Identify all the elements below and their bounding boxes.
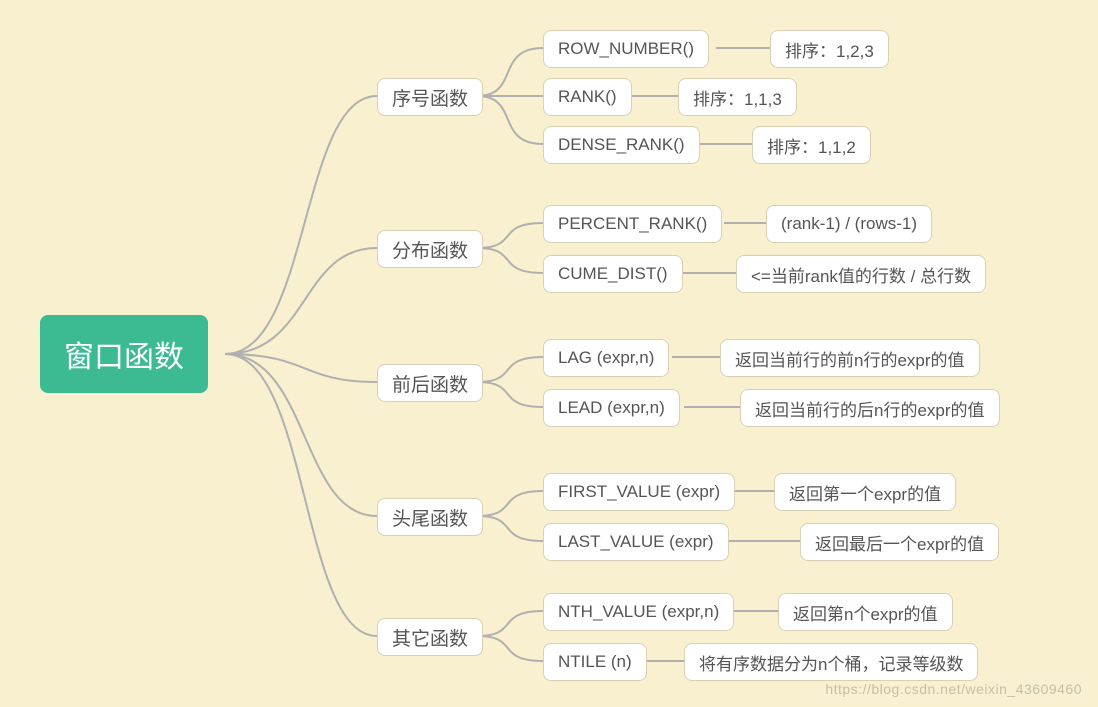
function-node: FIRST_VALUE (expr) bbox=[543, 473, 735, 511]
function-label: PERCENT_RANK() bbox=[558, 214, 707, 234]
description-label: 返回当前行的前n行的expr的值 bbox=[735, 346, 965, 371]
category-label: 其它函数 bbox=[392, 624, 468, 651]
function-node: ROW_NUMBER() bbox=[543, 30, 709, 68]
category-node: 其它函数 bbox=[377, 618, 483, 656]
root-node: 窗口函数 bbox=[40, 315, 208, 393]
description-label: 排序：1,2,3 bbox=[785, 37, 874, 62]
description-node: 返回当前行的前n行的expr的值 bbox=[720, 339, 980, 377]
description-node: 返回第一个expr的值 bbox=[774, 473, 956, 511]
category-label: 前后函数 bbox=[392, 370, 468, 397]
function-label: ROW_NUMBER() bbox=[558, 39, 694, 59]
function-label: NTH_VALUE (expr,n) bbox=[558, 602, 719, 622]
description-node: <=当前rank值的行数 / 总行数 bbox=[736, 255, 986, 293]
function-label: DENSE_RANK() bbox=[558, 135, 685, 155]
mindmap-canvas: 窗口函数 序号函数 分布函数 前后函数 头尾函数 其它函数 ROW_NUMBER… bbox=[0, 0, 1098, 707]
description-node: 返回最后一个expr的值 bbox=[800, 523, 999, 561]
function-node: LEAD (expr,n) bbox=[543, 389, 680, 427]
function-node: DENSE_RANK() bbox=[543, 126, 700, 164]
description-node: 排序：1,2,3 bbox=[770, 30, 889, 68]
description-label: <=当前rank值的行数 / 总行数 bbox=[751, 262, 971, 287]
category-label: 头尾函数 bbox=[392, 504, 468, 531]
description-label: 返回最后一个expr的值 bbox=[815, 530, 984, 555]
function-label: RANK() bbox=[558, 87, 617, 107]
function-label: LAG (expr,n) bbox=[558, 348, 654, 368]
description-node: 返回当前行的后n行的expr的值 bbox=[740, 389, 1000, 427]
description-label: (rank-1) / (rows-1) bbox=[781, 214, 917, 234]
function-label: LAST_VALUE (expr) bbox=[558, 532, 714, 552]
watermark-text: https://blog.csdn.net/weixin_43609460 bbox=[825, 681, 1082, 697]
description-label: 排序：1,1,3 bbox=[693, 85, 782, 110]
description-node: 排序：1,1,3 bbox=[678, 78, 797, 116]
description-node: 排序：1,1,2 bbox=[752, 126, 871, 164]
description-label: 返回当前行的后n行的expr的值 bbox=[755, 396, 985, 421]
category-label: 分布函数 bbox=[392, 236, 468, 263]
category-node: 前后函数 bbox=[377, 364, 483, 402]
description-label: 将有序数据分为n个桶，记录等级数 bbox=[699, 650, 963, 675]
category-node: 头尾函数 bbox=[377, 498, 483, 536]
category-node: 序号函数 bbox=[377, 78, 483, 116]
description-node: (rank-1) / (rows-1) bbox=[766, 205, 932, 243]
root-label: 窗口函数 bbox=[64, 332, 184, 376]
function-node: LAST_VALUE (expr) bbox=[543, 523, 729, 561]
category-node: 分布函数 bbox=[377, 230, 483, 268]
function-node: RANK() bbox=[543, 78, 632, 116]
description-label: 排序：1,1,2 bbox=[767, 133, 856, 158]
description-node: 返回第n个expr的值 bbox=[778, 593, 953, 631]
function-label: FIRST_VALUE (expr) bbox=[558, 482, 720, 502]
description-label: 返回第n个expr的值 bbox=[793, 600, 938, 625]
function-node: LAG (expr,n) bbox=[543, 339, 669, 377]
function-node: PERCENT_RANK() bbox=[543, 205, 722, 243]
function-label: NTILE (n) bbox=[558, 652, 632, 672]
function-label: CUME_DIST() bbox=[558, 264, 668, 284]
function-label: LEAD (expr,n) bbox=[558, 398, 665, 418]
function-node: NTH_VALUE (expr,n) bbox=[543, 593, 734, 631]
category-label: 序号函数 bbox=[392, 84, 468, 111]
function-node: NTILE (n) bbox=[543, 643, 647, 681]
watermark-label: https://blog.csdn.net/weixin_43609460 bbox=[825, 681, 1082, 697]
description-label: 返回第一个expr的值 bbox=[789, 480, 941, 505]
function-node: CUME_DIST() bbox=[543, 255, 683, 293]
description-node: 将有序数据分为n个桶，记录等级数 bbox=[684, 643, 978, 681]
